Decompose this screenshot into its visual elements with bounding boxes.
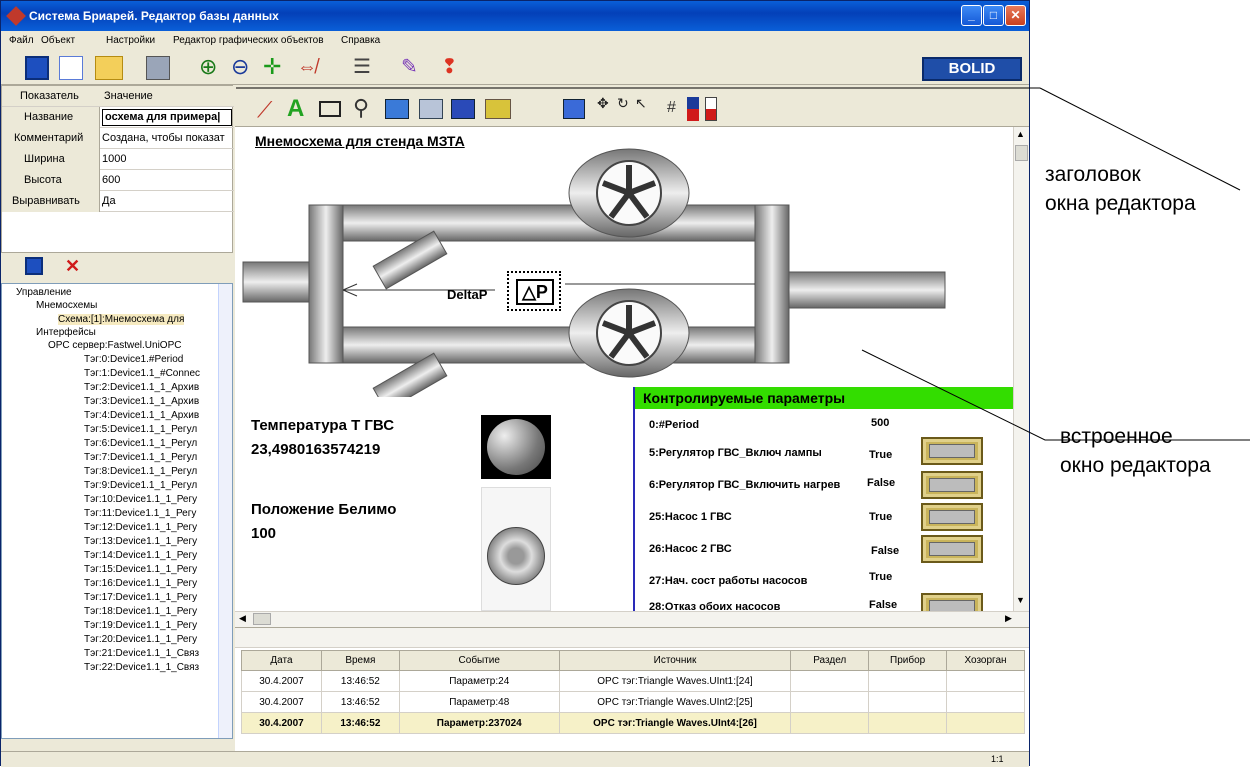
annotation-lines: [236, 87, 1250, 441]
annotation-title-line2: окна редактора: [1045, 192, 1196, 215]
annotation-embed-line2: окно редактора: [1060, 454, 1211, 477]
annotation-embed: встроенное окно редактора: [1060, 422, 1211, 480]
annotation-embed-line1: встроенное: [1060, 425, 1173, 448]
annotation-title-line1: заголовок: [1045, 163, 1141, 186]
annotation-title: заголовок окна редактора: [1045, 160, 1196, 218]
